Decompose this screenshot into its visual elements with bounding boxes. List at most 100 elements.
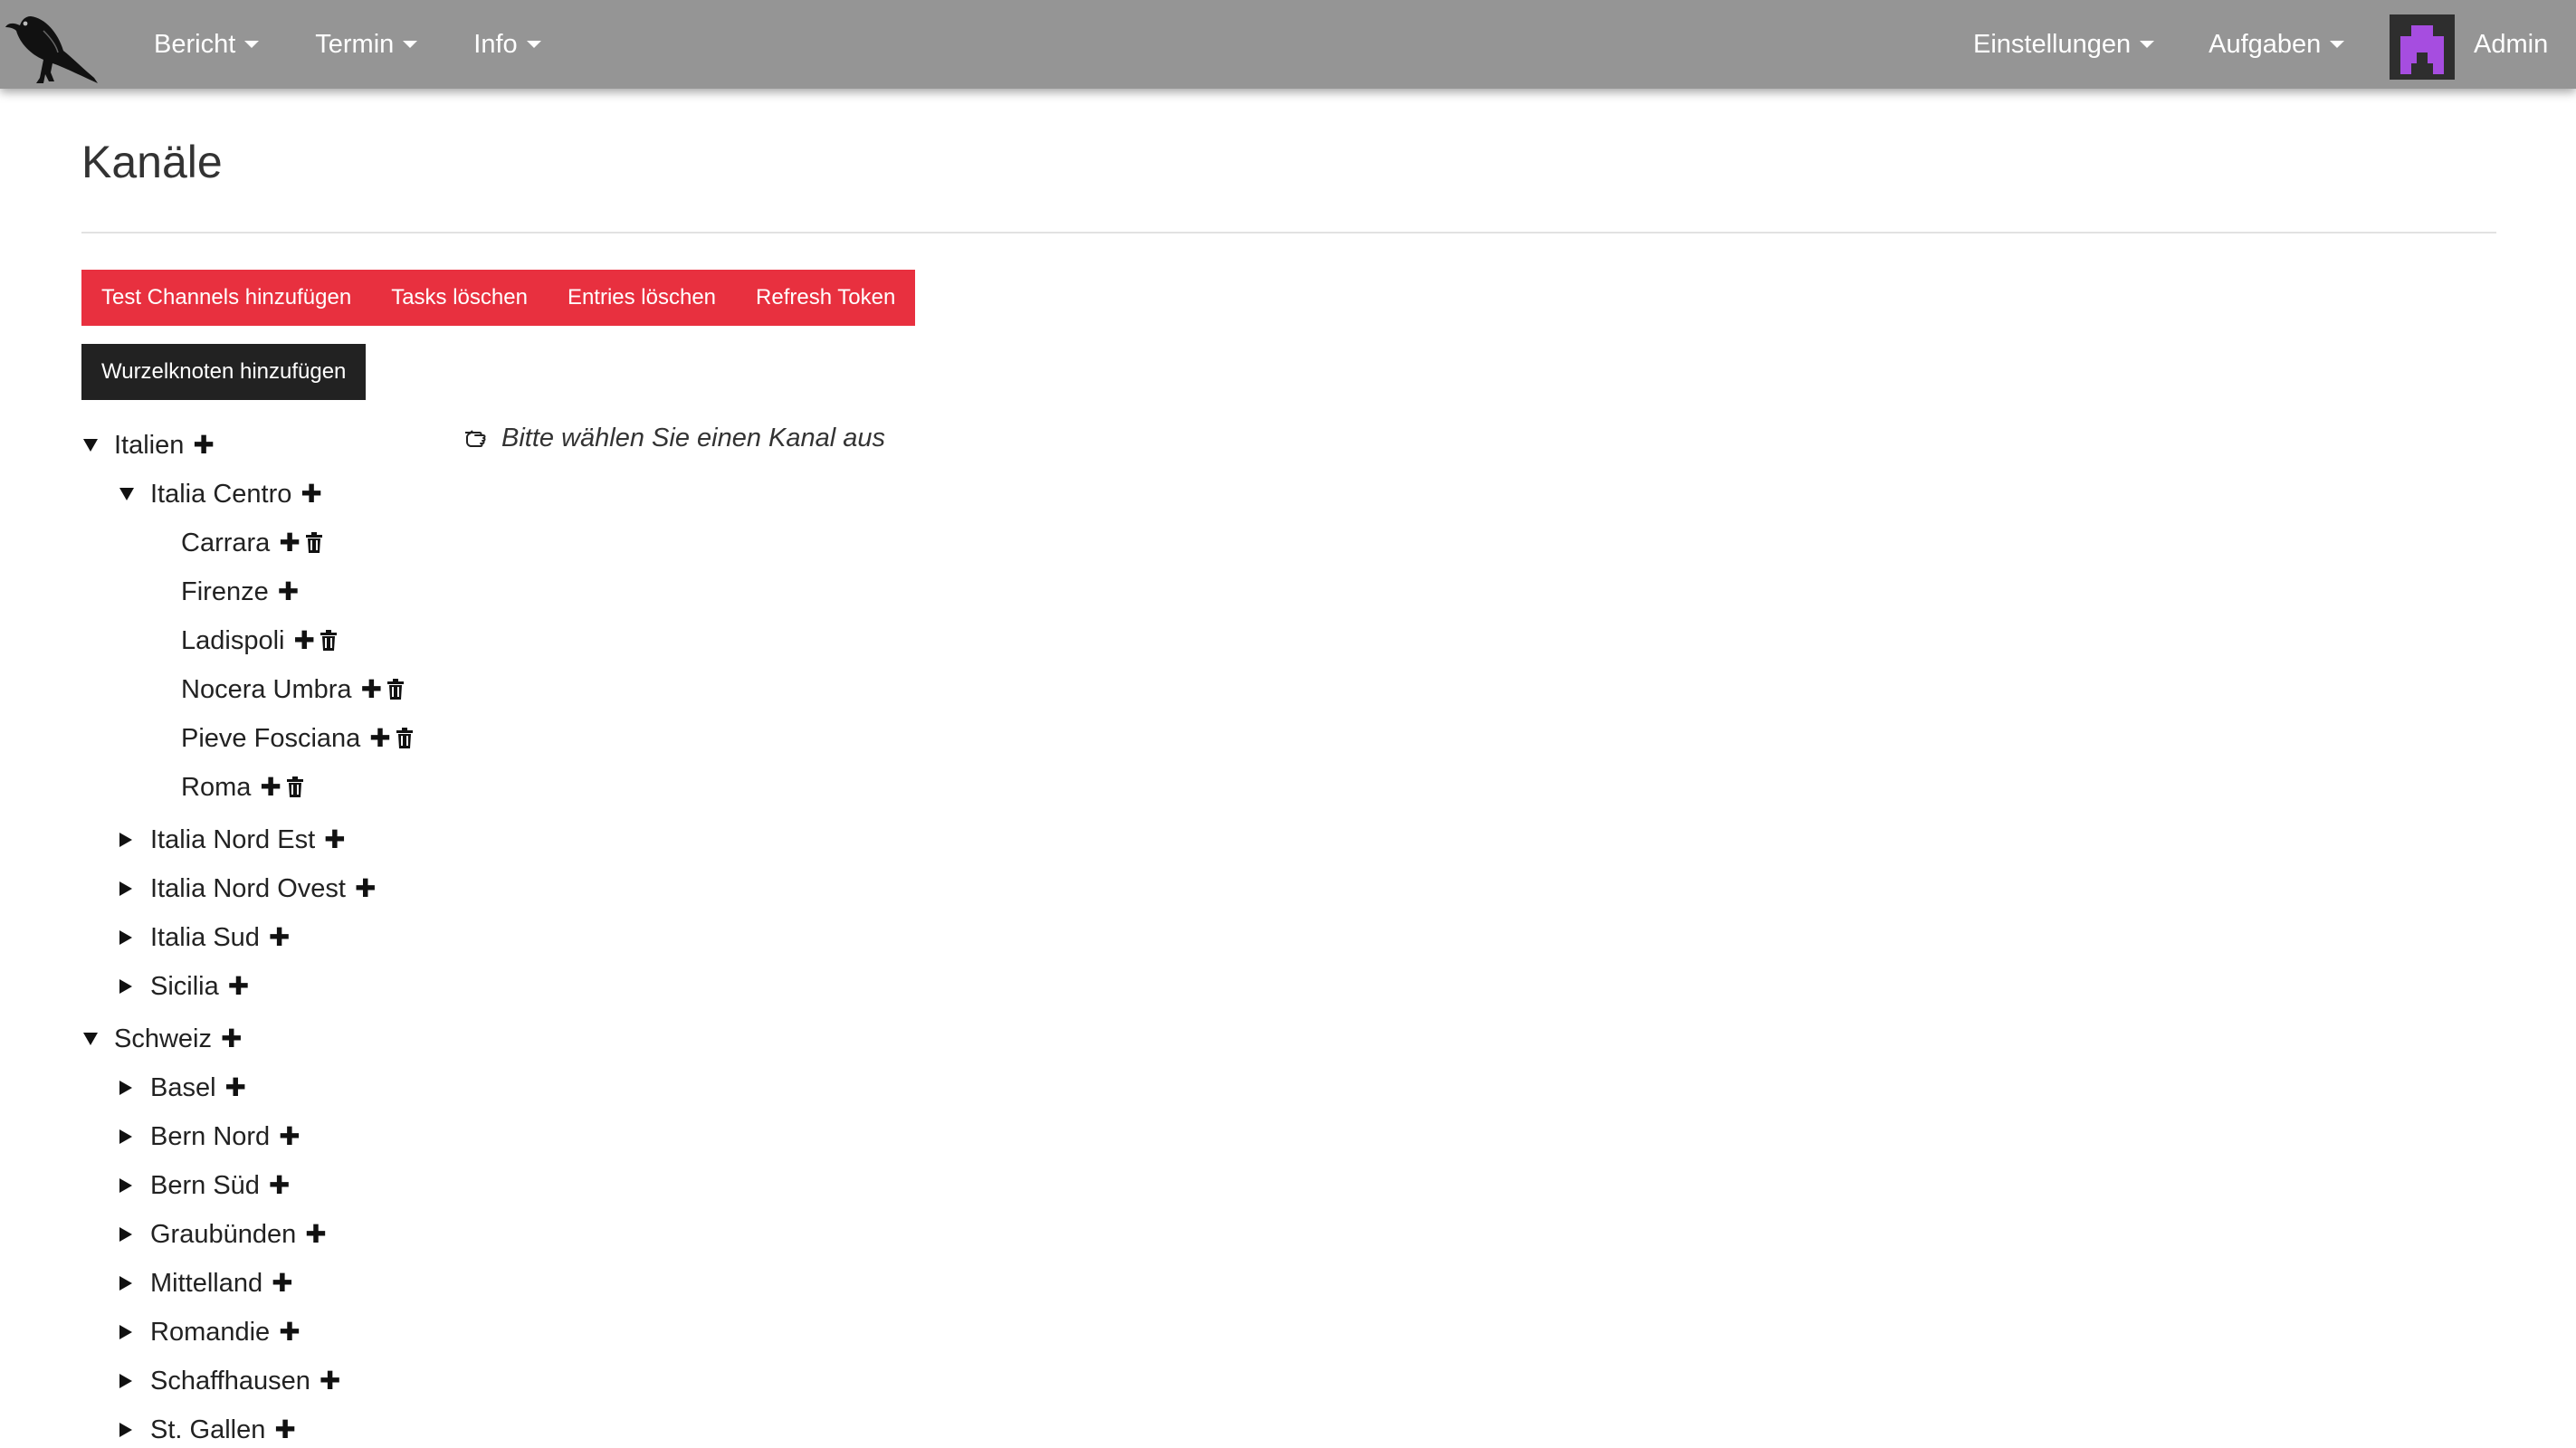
tree-node-label[interactable]: Bern Nord <box>150 1122 270 1152</box>
tree-leaf-carrara[interactable]: Carrara ✚ <box>181 525 323 561</box>
tree-node-label[interactable]: Italia Centro <box>150 480 291 510</box>
einstellungen-menu[interactable]: Einstellungen <box>1973 30 2155 60</box>
tree-node-bern-nord[interactable]: Bern Nord ✚ <box>119 1119 301 1155</box>
trash-icon[interactable] <box>396 728 414 749</box>
add-root-node-button[interactable]: Wurzelknoten hinzufügen <box>81 344 367 400</box>
tree-node-italia-centro[interactable]: Italia Centro ✚ <box>119 476 322 512</box>
tree-node-schaffhausen[interactable]: Schaffhausen ✚ <box>119 1363 340 1399</box>
bericht-menu[interactable]: Bericht <box>154 30 260 60</box>
tree-node-label[interactable]: Mittelland <box>150 1269 262 1299</box>
caret-down-icon[interactable] <box>83 1033 98 1045</box>
plus-icon[interactable]: ✚ <box>272 1271 292 1296</box>
add-test-channels-button[interactable]: Test Channels hinzufügen <box>81 270 372 326</box>
plus-icon[interactable]: ✚ <box>279 530 300 556</box>
trash-icon[interactable] <box>305 532 323 554</box>
plus-icon[interactable]: ✚ <box>274 1417 295 1443</box>
pixel-avatar-icon[interactable] <box>2390 14 2455 80</box>
tree-node-romandie[interactable]: Romandie ✚ <box>119 1314 301 1350</box>
user-name[interactable]: Admin <box>2474 0 2548 89</box>
trash-icon[interactable] <box>386 679 405 700</box>
trash-icon[interactable] <box>286 776 304 798</box>
plus-icon[interactable]: ✚ <box>269 1173 290 1198</box>
trash-icon[interactable] <box>320 630 338 652</box>
info-menu[interactable]: Info <box>473 30 541 60</box>
tree-node-label[interactable]: Romandie <box>150 1318 270 1348</box>
tree-node-basel[interactable]: Basel ✚ <box>119 1070 246 1106</box>
plus-icon[interactable]: ✚ <box>301 481 321 507</box>
tree-node-label[interactable]: Roma <box>181 773 251 803</box>
caret-right-icon[interactable] <box>119 930 132 945</box>
caret-down-icon[interactable] <box>83 439 98 452</box>
plus-icon[interactable]: ✚ <box>279 1319 300 1345</box>
caret-right-icon[interactable] <box>119 1374 132 1388</box>
tree-node-label[interactable]: Firenze <box>181 577 269 607</box>
caret-right-icon[interactable] <box>119 1325 132 1339</box>
tree-node-label[interactable]: Italia Nord Ovest <box>150 874 346 904</box>
caret-right-icon[interactable] <box>119 979 132 994</box>
tree-node-italien[interactable]: Italien ✚ <box>83 427 215 463</box>
aufgaben-menu-label: Aufgaben <box>2209 29 2322 59</box>
caret-down-icon[interactable] <box>119 488 134 500</box>
termin-menu[interactable]: Termin <box>315 29 418 60</box>
plus-icon[interactable]: ✚ <box>355 876 376 901</box>
tree-node-bern-sued[interactable]: Bern Süd ✚ <box>119 1167 290 1204</box>
delete-tasks-button[interactable]: Tasks löschen <box>371 270 548 326</box>
plus-icon[interactable]: ✚ <box>305 1222 326 1247</box>
tree-node-schweiz[interactable]: Schweiz ✚ <box>83 1021 242 1057</box>
tree-node-italia-nord-ovest[interactable]: Italia Nord Ovest ✚ <box>119 871 376 907</box>
tree-node-label[interactable]: Pieve Fosciana <box>181 724 360 754</box>
plus-icon[interactable]: ✚ <box>269 925 290 950</box>
tree-node-italia-nord-est[interactable]: Italia Nord Est ✚ <box>119 822 346 858</box>
caret-right-icon[interactable] <box>119 881 132 896</box>
caret-right-icon[interactable] <box>119 1081 132 1095</box>
tree-node-label[interactable]: Graubünden <box>150 1220 296 1250</box>
tree-node-italia-sud[interactable]: Italia Sud ✚ <box>119 919 290 956</box>
tree-leaf-roma[interactable]: Roma ✚ <box>181 769 304 805</box>
tree-leaf-firenze[interactable]: Firenze ✚ <box>181 574 299 610</box>
tree-node-graubuenden[interactable]: Graubünden ✚ <box>119 1216 327 1253</box>
tree-node-label[interactable]: Nocera Umbra <box>181 675 352 705</box>
plus-icon[interactable]: ✚ <box>260 775 281 800</box>
tree-node-label[interactable]: St. Gallen <box>150 1415 265 1445</box>
caret-right-icon[interactable] <box>119 1227 132 1242</box>
caret-right-icon[interactable] <box>119 1276 132 1291</box>
refresh-token-button[interactable]: Refresh Token <box>736 270 916 326</box>
caret-right-icon[interactable] <box>119 1178 132 1193</box>
delete-entries-button[interactable]: Entries löschen <box>547 270 737 326</box>
caret-down-icon <box>403 41 418 48</box>
tree-node-mittelland[interactable]: Mittelland ✚ <box>119 1265 293 1301</box>
tree-node-label[interactable]: Schaffhausen <box>150 1367 310 1396</box>
plus-icon[interactable]: ✚ <box>228 974 249 999</box>
tree-leaf-pieve-fosciana[interactable]: Pieve Fosciana ✚ <box>181 720 414 757</box>
tree-node-label[interactable]: Schweiz <box>114 1024 212 1054</box>
plus-icon[interactable]: ✚ <box>324 827 345 853</box>
tree-node-label[interactable]: Ladispoli <box>181 626 284 656</box>
plus-icon[interactable]: ✚ <box>225 1075 246 1100</box>
tree-node-label[interactable]: Italien <box>114 431 184 461</box>
termin-menu-label: Termin <box>315 29 395 59</box>
caret-right-icon[interactable] <box>119 1423 132 1437</box>
plus-icon[interactable]: ✚ <box>221 1026 242 1052</box>
caret-right-icon[interactable] <box>119 1129 132 1144</box>
tree-node-label[interactable]: Bern Süd <box>150 1171 260 1201</box>
tree-node-sicilia[interactable]: Sicilia ✚ <box>119 968 249 1005</box>
tree-leaf-nocera-umbra[interactable]: Nocera Umbra ✚ <box>181 672 405 708</box>
plus-icon[interactable]: ✚ <box>293 628 314 653</box>
plus-icon[interactable]: ✚ <box>361 677 382 702</box>
tree-node-st-gallen[interactable]: St. Gallen ✚ <box>119 1412 296 1448</box>
caret-down-icon <box>2330 41 2345 48</box>
caret-right-icon[interactable] <box>119 833 132 847</box>
plus-icon[interactable]: ✚ <box>193 433 214 458</box>
tree-node-label[interactable]: Sicilia <box>150 972 219 1002</box>
tree-node-label[interactable]: Basel <box>150 1073 216 1103</box>
plus-icon[interactable]: ✚ <box>369 726 390 751</box>
plus-icon[interactable]: ✚ <box>320 1368 340 1394</box>
tree-node-label[interactable]: Italia Nord Est <box>150 825 315 855</box>
aufgaben-menu[interactable]: Aufgaben <box>2209 29 2345 60</box>
tree-node-label[interactable]: Italia Sud <box>150 923 260 953</box>
plus-icon[interactable]: ✚ <box>279 1124 300 1149</box>
tree-node-label[interactable]: Carrara <box>181 529 270 558</box>
raven-logo-icon[interactable] <box>4 2 101 85</box>
plus-icon[interactable]: ✚ <box>278 579 299 605</box>
tree-leaf-ladispoli[interactable]: Ladispoli ✚ <box>181 623 338 659</box>
